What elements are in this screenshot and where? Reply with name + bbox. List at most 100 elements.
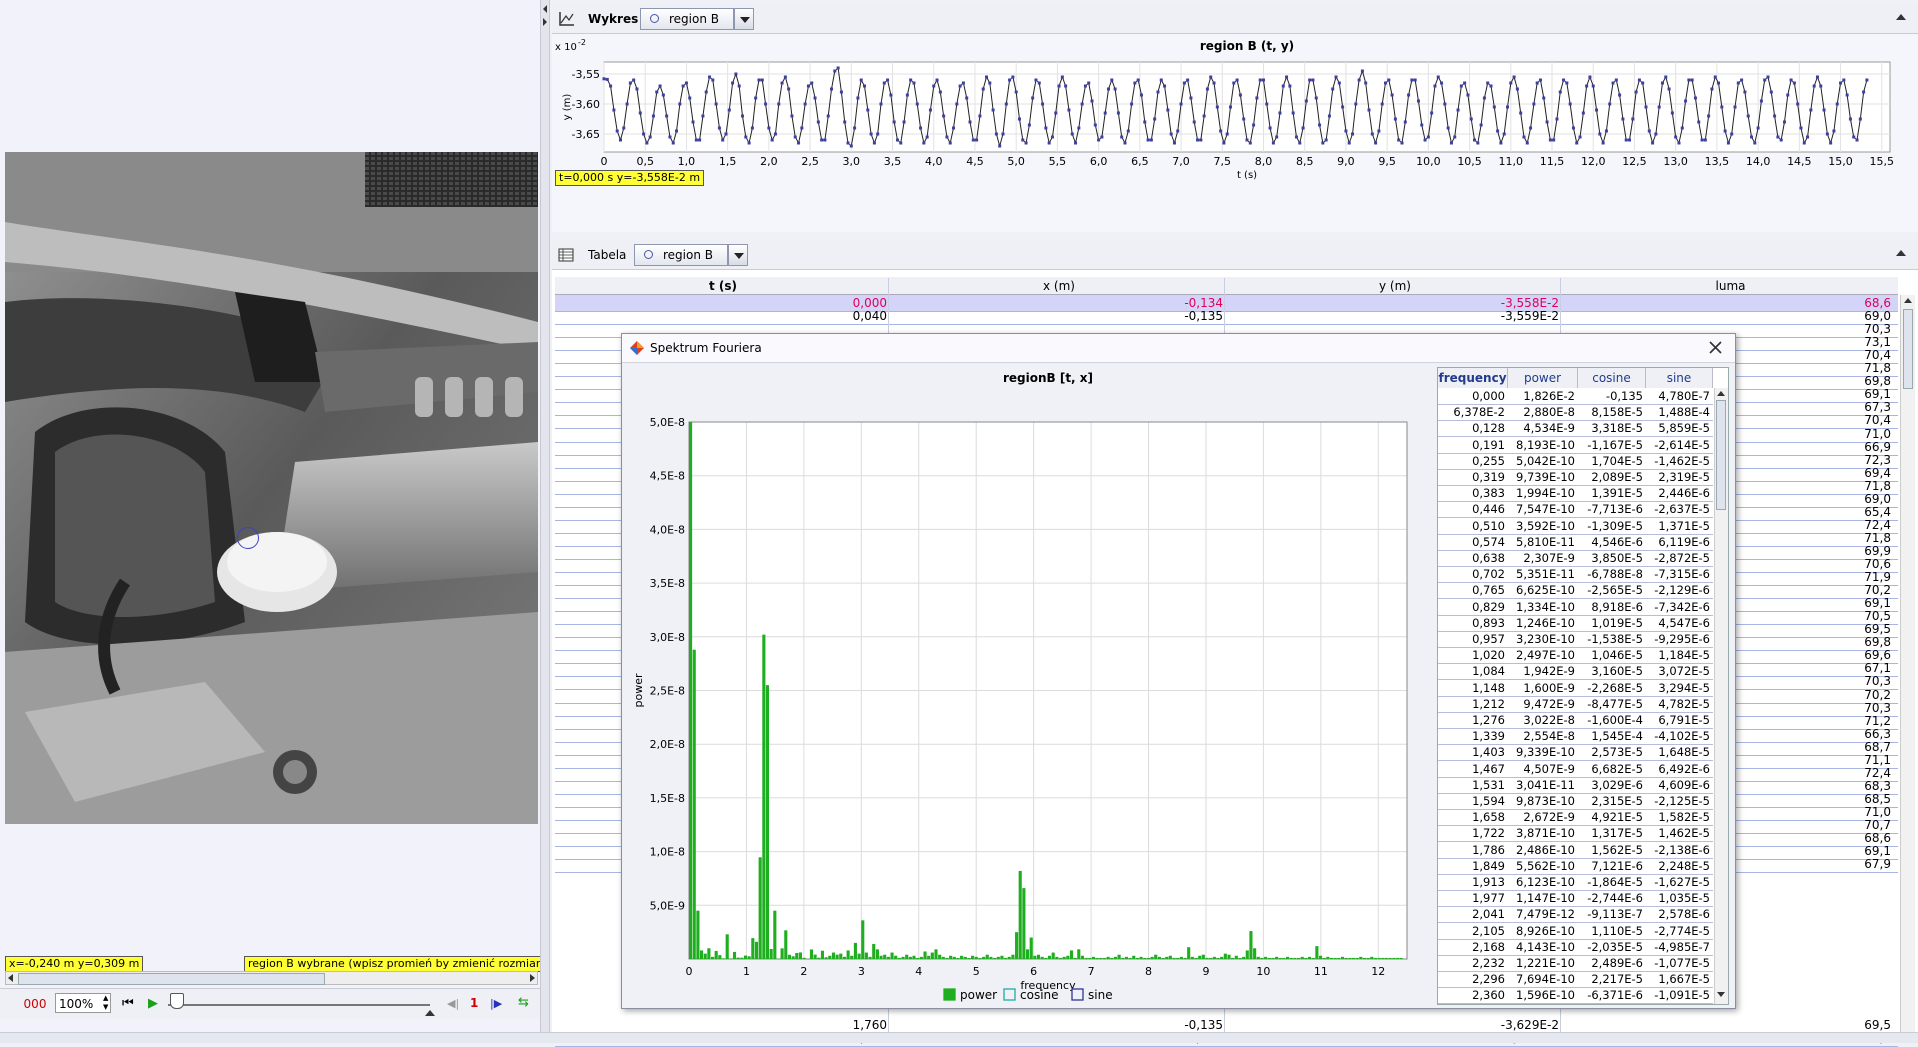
play-icon[interactable]: ▶: [148, 996, 158, 1011]
fourier-cell: -1,077E-5: [1646, 956, 1710, 970]
fourier-row[interactable]: 0,6382,307E-93,850E-5-2,872E-5: [1438, 550, 1713, 567]
table-track-dropdown[interactable]: [728, 244, 748, 266]
fourier-row[interactable]: 2,2967,694E-102,217E-51,667E-5: [1438, 971, 1713, 988]
fourier-row[interactable]: 1,0202,497E-101,046E-51,184E-5: [1438, 647, 1713, 664]
table-vscrollbar[interactable]: [1900, 295, 1915, 1035]
frame-counter[interactable]: 000: [20, 997, 50, 1011]
fourier-row[interactable]: 2,1684,143E-10-2,035E-5-4,985E-7: [1438, 939, 1713, 956]
x-tick-label: 0: [686, 965, 693, 978]
fourier-row[interactable]: 1,3392,554E-81,545E-4-4,102E-5: [1438, 728, 1713, 745]
fourier-row[interactable]: 1,6582,672E-94,921E-51,582E-5: [1438, 809, 1713, 826]
data-point: [744, 136, 747, 139]
fourier-row[interactable]: 0,3831,994E-101,391E-52,446E-6: [1438, 485, 1713, 502]
fourier-row[interactable]: 0,1284,534E-93,318E-55,859E-5: [1438, 420, 1713, 437]
scroll-left-icon[interactable]: [8, 974, 13, 982]
fourier-cell: -7,713E-6: [1578, 502, 1643, 516]
fourier-row[interactable]: 0,9573,230E-10-1,538E-5-9,295E-6: [1438, 631, 1713, 648]
column-header-t[interactable]: t (s): [555, 279, 891, 293]
column-header-y[interactable]: y (m): [1227, 279, 1563, 293]
scroll-up-icon[interactable]: [1717, 391, 1725, 396]
scroll-down-icon[interactable]: [1717, 992, 1725, 997]
scroll-thumb[interactable]: [18, 973, 325, 985]
scroll-up-icon[interactable]: [1904, 298, 1912, 303]
fourier-row[interactable]: 0,8931,246E-101,019E-54,547E-6: [1438, 615, 1713, 632]
fourier-header-frequency[interactable]: frequency: [1438, 368, 1508, 388]
fourier-row[interactable]: 0,8291,334E-108,918E-6-7,342E-6: [1438, 599, 1713, 616]
power-bar: [1125, 957, 1128, 959]
video-frame[interactable]: [5, 152, 538, 824]
fourier-scroll-thumb[interactable]: [1716, 400, 1726, 510]
fourier-row[interactable]: 0,4467,547E-10-7,713E-6-2,637E-5: [1438, 501, 1713, 518]
fourier-row[interactable]: 2,1058,926E-101,110E-5-2,774E-5: [1438, 923, 1713, 940]
step-back-icon[interactable]: ◀|: [447, 997, 459, 1010]
table-icon[interactable]: [558, 248, 574, 262]
scroll-right-icon[interactable]: [530, 974, 535, 982]
column-header-x[interactable]: x (m): [891, 279, 1227, 293]
fourier-cell: 2,041: [1438, 907, 1505, 921]
zoom-spinner-icon[interactable]: ▲▼: [103, 994, 111, 1012]
fourier-chart[interactable]: 01234567891011125,0E-91,0E-81,5E-82,0E-8…: [624, 364, 1434, 1004]
power-bar: [869, 957, 872, 959]
fourier-row[interactable]: 1,5949,873E-102,315E-5-2,125E-5: [1438, 793, 1713, 810]
chart-icon[interactable]: [558, 11, 576, 27]
fourier-row[interactable]: 1,4039,339E-102,573E-51,648E-5: [1438, 744, 1713, 761]
data-point: [1163, 85, 1166, 88]
fourier-row[interactable]: 1,1481,600E-9-2,268E-53,294E-5: [1438, 680, 1713, 697]
fourier-row[interactable]: 0,7025,351E-11-6,788E-8-7,315E-6: [1438, 566, 1713, 583]
region-b-marker[interactable]: [237, 527, 259, 549]
fourier-dialog[interactable]: Spektrum Fouriera 01234567891011125,0E-9…: [621, 333, 1736, 1009]
fourier-row[interactable]: 1,9771,147E-10-2,744E-61,035E-5: [1438, 890, 1713, 907]
fourier-row[interactable]: 1,7862,486E-101,562E-5-2,138E-6: [1438, 842, 1713, 859]
loop-icon[interactable]: ⇆: [518, 995, 529, 1010]
fourier-header-sine[interactable]: sine: [1646, 368, 1713, 388]
step-forward-icon[interactable]: |▶: [490, 997, 502, 1010]
slider-thumb[interactable]: [170, 993, 184, 1009]
plot-track-selector[interactable]: region B: [640, 8, 734, 30]
power-bar: [876, 949, 879, 959]
panel-splitter[interactable]: [540, 0, 550, 1042]
rewind-icon[interactable]: ⏮: [122, 996, 134, 1011]
fourier-row[interactable]: 0,5103,592E-10-1,309E-51,371E-5: [1438, 518, 1713, 535]
fourier-row[interactable]: 0,2555,042E-101,704E-5-1,462E-5: [1438, 453, 1713, 470]
dialog-titlebar[interactable]: Spektrum Fouriera: [622, 334, 1735, 363]
split-right-icon[interactable]: [543, 18, 547, 26]
fourier-row[interactable]: 2,0417,479E-12-9,113E-72,578E-6: [1438, 906, 1713, 923]
fourier-row[interactable]: 0,5745,810E-114,546E-66,119E-6: [1438, 534, 1713, 551]
fourier-row[interactable]: 1,5313,041E-113,029E-64,609E-6: [1438, 777, 1713, 794]
table-track-selector[interactable]: region B: [634, 244, 728, 266]
fourier-row[interactable]: 1,9136,123E-10-1,864E-5-1,627E-5: [1438, 874, 1713, 891]
fourier-row[interactable]: 0,7656,625E-10-2,565E-5-2,129E-6: [1438, 582, 1713, 599]
fourier-row[interactable]: 0,0001,826E-2-0,1354,780E-7: [1438, 388, 1713, 405]
fourier-header-cosine[interactable]: cosine: [1578, 368, 1646, 388]
data-point: [1206, 88, 1209, 91]
fourier-row[interactable]: 0,1918,193E-10-1,167E-5-2,614E-5: [1438, 437, 1713, 454]
table-scroll-thumb[interactable]: [1903, 309, 1913, 389]
playback-slider[interactable]: [168, 1004, 430, 1006]
fourier-vscrollbar[interactable]: [1714, 388, 1728, 1004]
fourier-row[interactable]: 2,3601,596E-10-6,371E-6-1,091E-5: [1438, 987, 1713, 1004]
fourier-row[interactable]: 1,2763,022E-8-1,600E-46,791E-5: [1438, 712, 1713, 729]
fourier-row[interactable]: 0,3199,739E-102,089E-52,319E-5: [1438, 469, 1713, 486]
data-point: [1123, 142, 1126, 145]
plot-track-dropdown[interactable]: [734, 8, 754, 30]
plot-collapse-icon[interactable]: [1896, 14, 1906, 20]
track-plot[interactable]: 00,51,01,52,02,53,03,54,04,55,05,56,06,5…: [552, 34, 1918, 232]
data-point: [1308, 79, 1311, 82]
fourier-row[interactable]: 1,2129,472E-9-8,477E-54,782E-5: [1438, 696, 1713, 713]
fourier-row[interactable]: 1,0841,942E-93,160E-53,072E-5: [1438, 663, 1713, 680]
fourier-row[interactable]: 1,8495,562E-107,121E-62,248E-5: [1438, 858, 1713, 875]
column-header-luma[interactable]: luma: [1563, 279, 1898, 293]
fourier-cell: 8,158E-5: [1578, 405, 1643, 419]
step-size[interactable]: 1: [470, 996, 478, 1010]
plot-panel: Wykres region B 00,51,01,52,02,53,03,54,…: [552, 4, 1918, 232]
end-marker-icon[interactable]: [425, 1010, 435, 1016]
video-hscrollbar[interactable]: [5, 971, 538, 985]
fourier-header-power[interactable]: power: [1508, 368, 1578, 388]
fourier-row[interactable]: 2,2321,221E-102,489E-6-1,077E-5: [1438, 955, 1713, 972]
fourier-row[interactable]: 6,378E-22,880E-88,158E-51,488E-4: [1438, 404, 1713, 421]
split-left-icon[interactable]: [543, 5, 547, 13]
fourier-row[interactable]: 1,7223,871E-101,317E-51,462E-5: [1438, 825, 1713, 842]
table-collapse-icon[interactable]: [1896, 250, 1906, 256]
fourier-row[interactable]: 1,4674,507E-96,682E-56,492E-6: [1438, 761, 1713, 778]
close-icon[interactable]: [1709, 341, 1722, 354]
